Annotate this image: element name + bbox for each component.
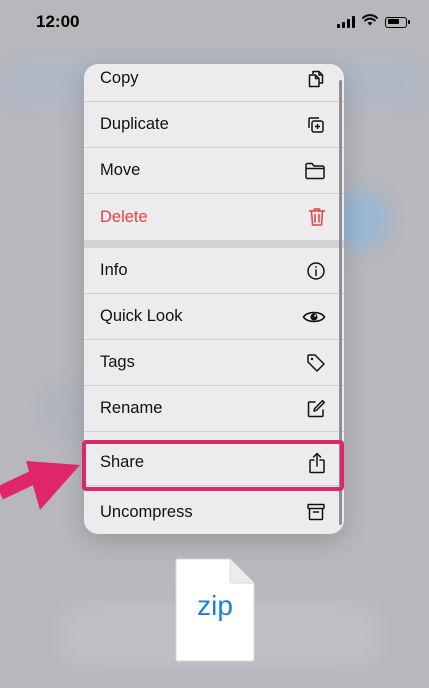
cellular-signal-icon — [337, 16, 355, 28]
menu-item-uncompress[interactable]: Uncompress — [84, 489, 344, 534]
duplicate-icon — [306, 115, 326, 135]
menu-item-label: Info — [100, 261, 128, 279]
archive-box-icon — [306, 502, 326, 522]
pointer-arrow-icon — [0, 461, 80, 510]
menu-item-label: Tags — [100, 353, 135, 371]
status-bar: 12:00 — [0, 0, 429, 44]
menu-section-divider — [84, 240, 344, 248]
copy-icon — [306, 69, 326, 89]
folder-icon — [304, 162, 326, 180]
menu-item-duplicate[interactable]: Duplicate — [84, 102, 344, 148]
trash-icon — [308, 207, 326, 227]
menu-item-label: Uncompress — [100, 502, 193, 521]
menu-item-info[interactable]: Info — [84, 248, 344, 294]
status-time: 12:00 — [36, 12, 80, 31]
tag-icon — [306, 353, 326, 373]
menu-item-label: Copy — [100, 69, 139, 87]
menu-item-label: Quick Look — [100, 307, 183, 325]
file-type-label: zip — [197, 590, 233, 621]
menu-item-delete[interactable]: Delete — [84, 194, 344, 240]
eye-icon — [302, 309, 326, 325]
info-icon — [306, 261, 326, 281]
menu-item-move[interactable]: Move — [84, 148, 344, 194]
menu-item-tags[interactable]: Tags — [84, 340, 344, 386]
wifi-icon — [361, 13, 379, 31]
menu-item-label: Rename — [100, 399, 163, 417]
menu-item-label: Move — [100, 161, 141, 179]
menu-item-rename[interactable]: Rename — [84, 386, 344, 432]
pencil-square-icon — [306, 399, 326, 419]
menu-item-copy[interactable]: Copy — [84, 64, 344, 102]
battery-icon — [385, 16, 410, 28]
menu-item-label: Duplicate — [100, 115, 169, 133]
menu-item-label: Delete — [100, 207, 148, 226]
share-highlight-box — [82, 440, 344, 491]
menu-item-quick-look[interactable]: Quick Look — [84, 294, 344, 340]
status-icons — [337, 13, 410, 31]
